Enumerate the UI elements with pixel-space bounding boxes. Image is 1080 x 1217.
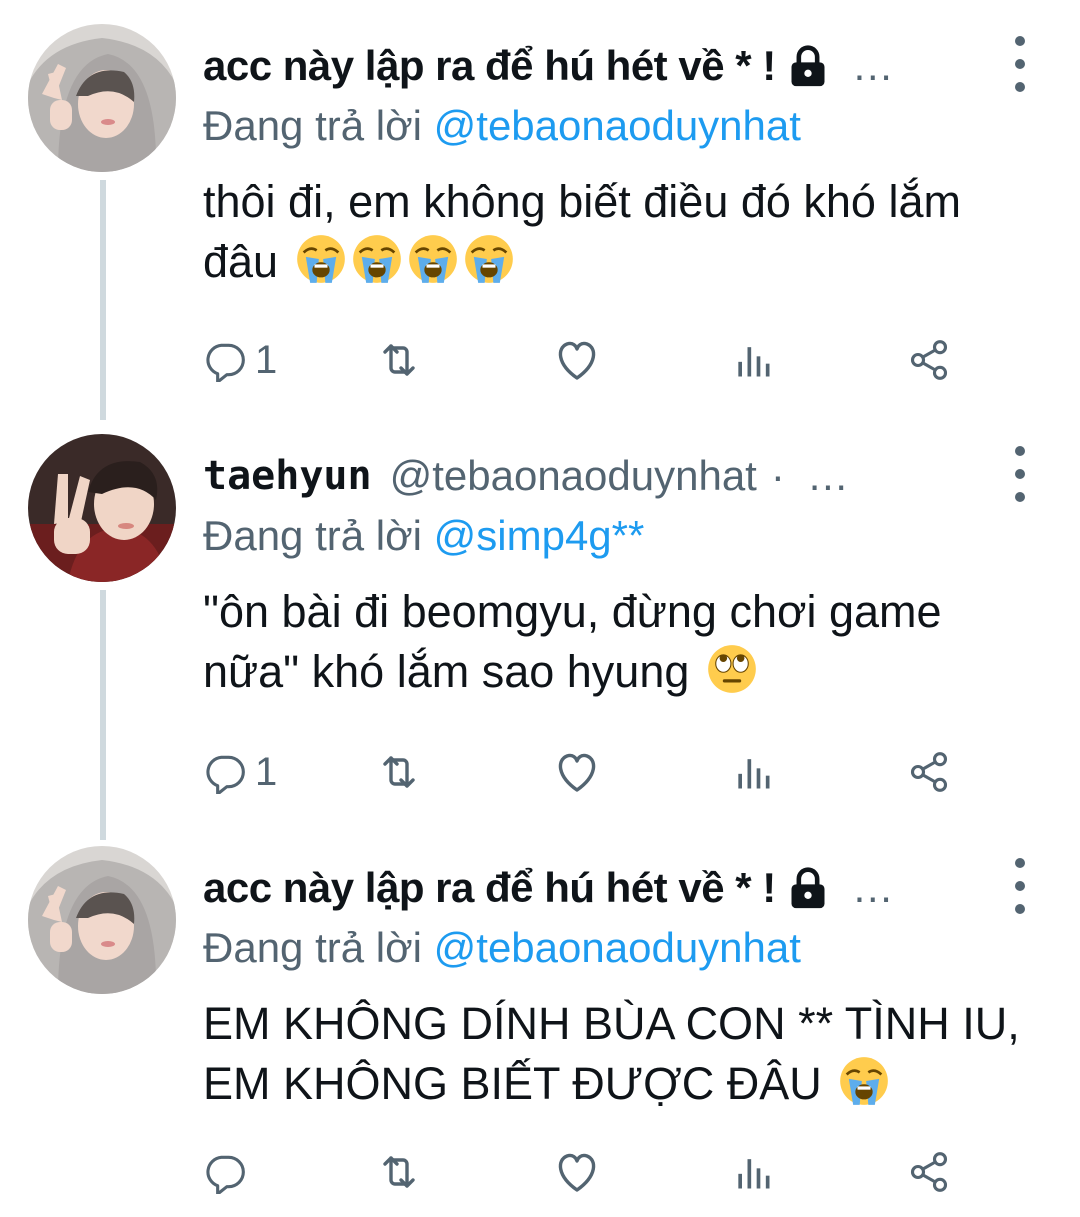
loudly-crying-face-emoji <box>351 233 403 285</box>
face-with-rolling-eyes-emoji <box>706 643 758 695</box>
retweet-button[interactable] <box>375 742 423 802</box>
like-button[interactable] <box>553 1142 601 1202</box>
retweet-button[interactable] <box>375 330 423 390</box>
lock-icon <box>786 44 830 88</box>
reply-button[interactable]: 1 <box>203 742 277 802</box>
stats-icon <box>731 338 775 382</box>
avatar[interactable] <box>28 24 176 172</box>
action-bar <box>203 1142 963 1202</box>
share-button[interactable] <box>907 1142 951 1202</box>
replying-to-handle[interactable]: @tebaonaoduynhat <box>434 924 801 971</box>
retweet-icon <box>375 1148 423 1196</box>
reply-button[interactable] <box>203 1142 255 1202</box>
loudly-crying-face-emoji <box>407 233 459 285</box>
retweet-icon <box>375 748 423 796</box>
truncation-ellipsis: … <box>806 452 855 499</box>
replying-to: Đang trả lời @tebaonaoduynhat <box>203 924 801 972</box>
more-options-icon[interactable] <box>1010 858 1030 914</box>
loudly-crying-face-emoji <box>463 233 515 285</box>
replying-to-label: Đang trả lời <box>203 512 422 559</box>
tweet-text-content: EM KHÔNG DÍNH BÙA CON ** TÌNH IU, EM KHÔ… <box>203 998 1020 1109</box>
views-button[interactable] <box>731 742 775 802</box>
truncation-ellipsis: … <box>851 864 900 911</box>
thread-line-1 <box>100 180 106 420</box>
share-button[interactable] <box>907 742 951 802</box>
retweet-button[interactable] <box>375 1142 423 1202</box>
user-handle[interactable]: @tebaonaoduynhat <box>390 452 757 500</box>
reply-button[interactable]: 1 <box>203 330 277 390</box>
loudly-crying-face-emoji <box>295 233 347 285</box>
avatar[interactable] <box>28 434 176 582</box>
lock-icon <box>786 866 830 910</box>
avatar[interactable] <box>28 846 176 994</box>
tweet-header: acc này lập ra để hú hét về * ! … <box>203 856 990 920</box>
action-bar: 1 <box>203 742 963 802</box>
tweet-text: thôi đi, em không biết điều đó khó lắm đ… <box>203 172 1033 292</box>
loudly-crying-face-emoji <box>838 1055 890 1107</box>
tweet-text-content: "ôn bài đi beomgyu, đừng chơi game nữa" … <box>203 586 942 697</box>
tweet-header: taehyun @tebaonaoduynhat · … <box>203 444 990 508</box>
like-button[interactable] <box>553 330 601 390</box>
like-button[interactable] <box>553 742 601 802</box>
more-options-icon[interactable] <box>1010 446 1030 502</box>
replying-to-handle[interactable]: @tebaonaoduynhat <box>434 102 801 149</box>
tweet-text: "ôn bài đi beomgyu, đừng chơi game nữa" … <box>203 582 1033 702</box>
retweet-icon <box>375 336 423 384</box>
share-icon <box>907 750 951 794</box>
reply-count: 1 <box>255 337 278 382</box>
display-name[interactable]: acc này lập ra để hú hét về * ! <box>203 864 776 912</box>
tweet-header: acc này lập ra để hú hét về * ! … <box>203 34 990 98</box>
stats-icon <box>731 750 775 794</box>
display-name[interactable]: taehyun <box>203 453 372 499</box>
avatar-image <box>28 846 176 994</box>
reply-icon <box>203 1150 247 1194</box>
avatar-image <box>28 434 176 582</box>
heart-icon <box>553 1148 601 1196</box>
replying-to-handle[interactable]: @simp4g** <box>434 512 645 559</box>
heart-icon <box>553 748 601 796</box>
views-button[interactable] <box>731 330 775 390</box>
reply-count: 1 <box>255 749 278 794</box>
truncation-ellipsis: … <box>851 42 900 89</box>
views-button[interactable] <box>731 1142 775 1202</box>
reply-icon <box>203 750 247 794</box>
share-icon <box>907 1150 951 1194</box>
replying-to: Đang trả lời @simp4g** <box>203 512 644 560</box>
heart-icon <box>553 336 601 384</box>
share-button[interactable] <box>907 330 951 390</box>
avatar-image <box>28 24 176 172</box>
stats-icon <box>731 1150 775 1194</box>
more-options-icon[interactable] <box>1010 36 1030 92</box>
display-name[interactable]: acc này lập ra để hú hét về * ! <box>203 42 776 90</box>
tweet-text: EM KHÔNG DÍNH BÙA CON ** TÌNH IU, EM KHÔ… <box>203 994 1033 1114</box>
action-bar: 1 <box>203 330 963 390</box>
reply-icon <box>203 338 247 382</box>
replying-to: Đang trả lời @tebaonaoduynhat <box>203 102 801 150</box>
share-icon <box>907 338 951 382</box>
replying-to-label: Đang trả lời <box>203 102 422 149</box>
thread-line-2 <box>100 590 106 840</box>
replying-to-label: Đang trả lời <box>203 924 422 971</box>
separator-dot: · <box>770 452 785 499</box>
